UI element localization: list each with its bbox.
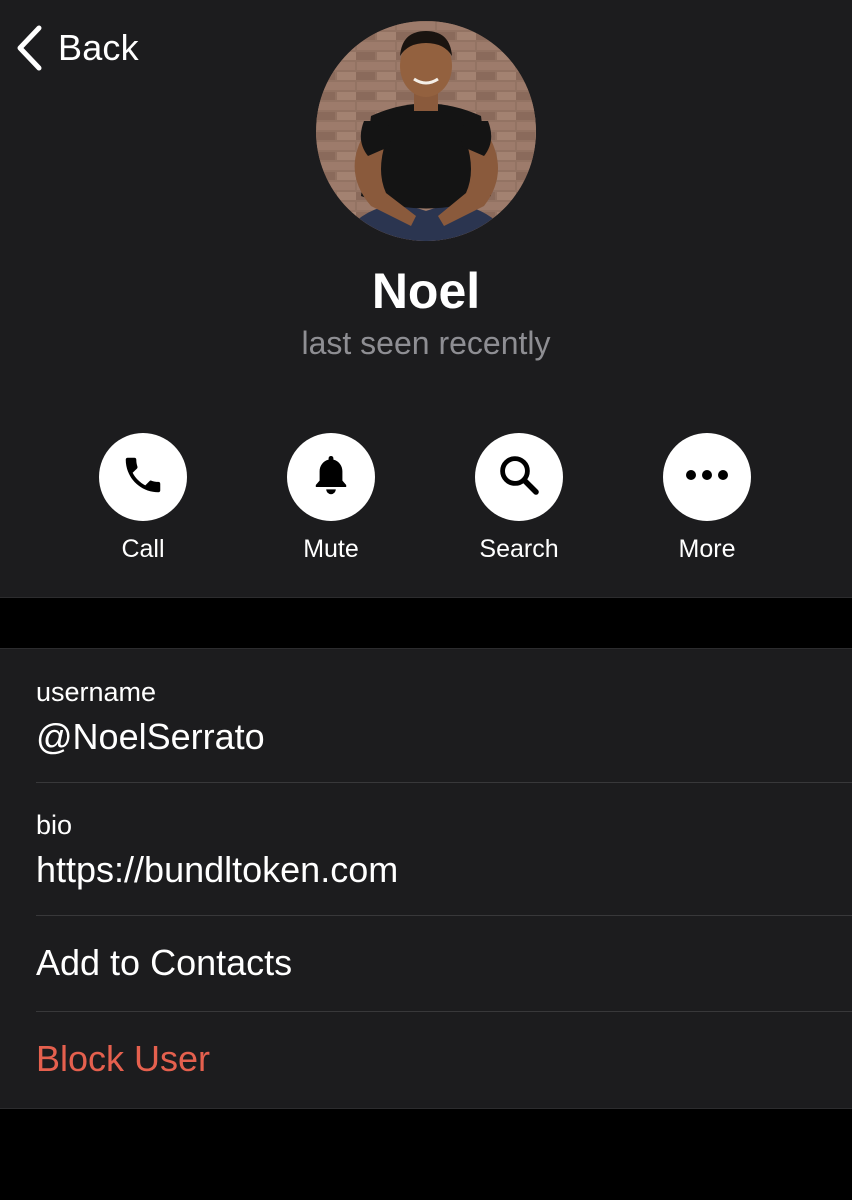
search-icon: [495, 451, 543, 504]
add-to-contacts-label: Add to Contacts: [36, 942, 293, 983]
profile-screen: Back Noel last seen recently Call Mute S…: [0, 0, 852, 1200]
back-button[interactable]: Back: [14, 22, 139, 74]
divider: [36, 1011, 852, 1012]
username-row[interactable]: username @NoelSerrato: [36, 675, 852, 759]
add-to-contacts-button[interactable]: Add to Contacts: [36, 941, 852, 985]
call-circle: [99, 433, 187, 521]
mute-label: Mute: [303, 535, 359, 563]
mute-circle: [287, 433, 375, 521]
more-circle: [663, 433, 751, 521]
username-value[interactable]: @NoelSerrato: [36, 715, 852, 759]
search-label: Search: [479, 535, 559, 563]
avatar[interactable]: [316, 21, 536, 241]
back-label: Back: [58, 27, 139, 68]
call-label: Call: [121, 535, 165, 563]
info-section: username @NoelSerrato bio https://bundlt…: [0, 648, 852, 1109]
search-circle: [475, 433, 563, 521]
block-user-button[interactable]: Block User: [36, 1037, 852, 1081]
last-seen-status: last seen recently: [301, 325, 551, 361]
profile-name: Noel: [371, 263, 481, 319]
chevron-left-icon: [14, 22, 44, 74]
mute-button[interactable]: Mute: [256, 433, 406, 564]
search-button[interactable]: Search: [444, 433, 594, 564]
profile-header: Back Noel last seen recently Call Mute S…: [0, 0, 852, 598]
bell-icon: [307, 451, 355, 504]
divider: [36, 915, 852, 916]
block-user-label: Block User: [36, 1038, 211, 1079]
phone-icon: [120, 452, 166, 503]
more-button[interactable]: More: [632, 433, 782, 564]
more-icon: [683, 468, 731, 487]
username-label: username: [36, 677, 157, 707]
call-button[interactable]: Call: [68, 433, 218, 564]
bio-row[interactable]: bio https://bundltoken.com: [36, 808, 852, 892]
action-bar: Call Mute Search More: [0, 433, 852, 573]
divider: [36, 782, 852, 783]
bio-value[interactable]: https://bundltoken.com: [36, 848, 852, 892]
more-label: More: [678, 535, 736, 563]
bio-label: bio: [36, 810, 73, 840]
section-gap: [0, 598, 852, 648]
